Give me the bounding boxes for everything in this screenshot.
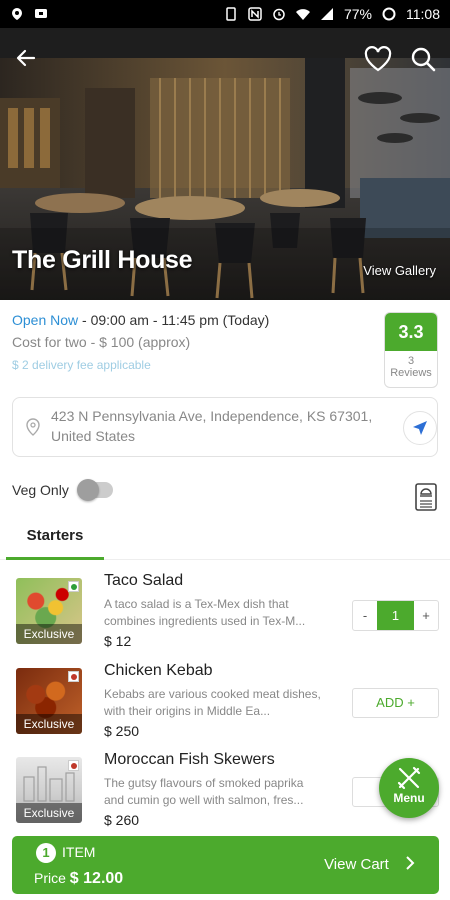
open-now-status: Open Now <box>12 312 79 328</box>
item-name: Moroccan Fish Skewers <box>104 751 275 768</box>
non-veg-marker-icon <box>68 760 79 771</box>
reviews-label: Reviews <box>390 367 432 379</box>
cart-item-label: ITEM <box>62 844 96 860</box>
restaurant-info: Open Now - 09:00 am - 11:45 pm (Today) C… <box>0 300 450 390</box>
chicken-kebab-thumbnail: Exclusive <box>16 668 82 734</box>
wifi-icon <box>295 9 310 20</box>
item-name: Taco Salad <box>104 572 184 589</box>
cart-price-prefix: Price <box>34 870 66 886</box>
view-cart-button[interactable]: View Cart <box>324 856 417 873</box>
item-description: A taco salad is a Tex-Mex dish that comb… <box>104 597 306 628</box>
view-cart-label: View Cart <box>324 856 389 873</box>
item-description: The gutsy flavours of smoked paprika and… <box>104 776 304 807</box>
veg-only-toggle[interactable] <box>76 479 113 501</box>
alarm-icon <box>273 8 285 21</box>
moroccan-fish-skewers-thumbnail: Exclusive <box>16 757 82 823</box>
menu-book-icon[interactable] <box>414 482 438 512</box>
message-icon <box>35 9 47 18</box>
address-text: 423 N Pennsylvania Ave, Independence, KS… <box>51 408 373 444</box>
veg-only-label: Veg Only <box>12 482 69 498</box>
delivery-fee-note: $ 2 delivery fee applicable <box>12 358 151 372</box>
favorite-heart-icon[interactable] <box>364 46 392 72</box>
status-bar: 77% 11:08 <box>0 0 450 28</box>
navigate-button[interactable] <box>403 411 437 445</box>
battery-icon <box>382 7 396 21</box>
clock-time: 11:08 <box>406 6 440 22</box>
view-cart-bar[interactable]: 1 ITEM Price $ 12.00 View Cart <box>12 836 439 894</box>
cost-for-two: Cost for two - $ 100 (approx) <box>12 334 191 350</box>
tab-starters[interactable]: Starters <box>6 516 104 560</box>
menu-fab-button[interactable]: Menu <box>379 758 439 818</box>
category-tabs: Starters <box>0 516 450 560</box>
rating-badge[interactable]: 3.3 3 Reviews <box>384 312 438 388</box>
veg-only-filter: Veg Only <box>12 479 113 501</box>
restaurant-hero-image: The Grill House View Gallery <box>0 28 450 300</box>
opening-hours: Open Now - 09:00 am - 11:45 pm (Today) <box>12 312 438 328</box>
menu-item: Exclusive Chicken Kebab Kebabs are vario… <box>0 660 450 748</box>
rating-score: 3.3 <box>385 313 437 351</box>
add-to-cart-button[interactable]: ADD + <box>352 688 439 718</box>
item-name: Chicken Kebab <box>104 662 213 679</box>
exclusive-badge: Exclusive <box>16 624 82 644</box>
hours-text: - 09:00 am - 11:45 pm (Today) <box>78 312 270 328</box>
location-pin-icon <box>12 8 22 20</box>
address-card: 423 N Pennsylvania Ave, Independence, KS… <box>12 397 438 457</box>
taco-salad-thumbnail: Exclusive <box>16 578 82 644</box>
quantity-stepper: - 1 + <box>352 600 439 631</box>
signal-icon <box>320 8 333 20</box>
item-price: $ 12 <box>104 633 132 649</box>
exclusive-badge: Exclusive <box>16 714 82 734</box>
view-gallery-link[interactable]: View Gallery <box>363 263 436 278</box>
veg-marker-icon <box>68 581 79 592</box>
non-veg-marker-icon <box>68 671 79 682</box>
increase-quantity-button[interactable]: + <box>414 601 438 630</box>
back-arrow-icon[interactable] <box>14 46 38 70</box>
review-count: 3 <box>407 355 415 367</box>
search-icon[interactable] <box>410 46 436 72</box>
quantity-value: 1 <box>377 601 414 630</box>
restaurant-name: The Grill House <box>12 246 193 274</box>
item-price: $ 260 <box>104 812 140 828</box>
decrease-quantity-button[interactable]: - <box>353 601 377 630</box>
menu-fab-label: Menu <box>393 791 425 805</box>
cart-item-count: 1 <box>36 843 56 863</box>
cart-price: Price $ 12.00 <box>34 870 123 888</box>
exclusive-badge: Exclusive <box>16 803 82 823</box>
item-description: Kebabs are various cooked meat dishes, w… <box>104 687 321 718</box>
fork-knife-icon <box>397 766 421 790</box>
navigation-arrow-icon <box>413 421 427 435</box>
nfc-icon <box>248 7 262 21</box>
battery-percent: 77% <box>343 6 372 22</box>
location-pin-icon <box>26 418 40 436</box>
vibrate-icon <box>226 7 236 21</box>
menu-item: Exclusive Taco Salad A taco salad is a T… <box>0 570 450 658</box>
item-price: $ 250 <box>104 723 140 739</box>
cart-price-value: $ 12.00 <box>69 870 124 887</box>
chevron-right-icon <box>406 856 415 870</box>
